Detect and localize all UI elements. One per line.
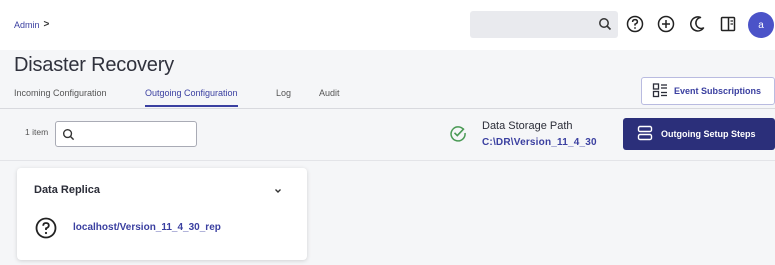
content-divider bbox=[0, 160, 775, 161]
filter-search-input[interactable] bbox=[55, 121, 197, 147]
card-title: Data Replica bbox=[34, 184, 101, 196]
avatar[interactable]: a bbox=[748, 12, 774, 38]
breadcrumb: Admin > bbox=[14, 19, 49, 30]
tab-incoming-configuration[interactable]: Incoming Configuration bbox=[14, 87, 107, 107]
global-search-input[interactable] bbox=[470, 11, 618, 38]
help-icon[interactable] bbox=[624, 13, 646, 35]
help-circle-icon bbox=[34, 216, 58, 245]
search-icon bbox=[62, 128, 75, 146]
tab-divider bbox=[0, 108, 775, 109]
chevron-down-icon[interactable] bbox=[272, 184, 284, 202]
search-icon[interactable] bbox=[598, 17, 612, 36]
outgoing-setup-steps-label: Outgoing Setup Steps bbox=[661, 129, 756, 139]
panel-icon[interactable] bbox=[717, 13, 739, 35]
outgoing-setup-steps-button[interactable]: Outgoing Setup Steps bbox=[623, 118, 775, 150]
tab-outgoing-configuration[interactable]: Outgoing Configuration bbox=[145, 87, 238, 107]
page-title: Disaster Recovery bbox=[14, 54, 174, 76]
add-icon[interactable] bbox=[655, 13, 677, 35]
item-count: 1 item bbox=[25, 127, 49, 137]
event-subscriptions-button[interactable]: Event Subscriptions bbox=[641, 77, 775, 105]
data-storage-path-label: Data Storage Path bbox=[482, 120, 573, 132]
check-circle-icon bbox=[449, 124, 467, 147]
list-icon bbox=[652, 82, 668, 100]
breadcrumb-admin-link[interactable]: Admin bbox=[14, 20, 40, 30]
tab-log[interactable]: Log bbox=[276, 87, 291, 107]
moon-icon[interactable] bbox=[686, 13, 708, 35]
data-replica-card: Data Replica localhost/Version_11_4_30_r… bbox=[17, 168, 307, 260]
data-storage-path-link[interactable]: C:\DR\Version_11_4_30 bbox=[482, 137, 597, 148]
breadcrumb-separator: > bbox=[43, 19, 50, 30]
tab-audit[interactable]: Audit bbox=[319, 87, 340, 107]
event-subscriptions-label: Event Subscriptions bbox=[674, 86, 762, 96]
top-bar: Admin > a bbox=[0, 0, 775, 50]
replica-link[interactable]: localhost/Version_11_4_30_rep bbox=[73, 222, 221, 233]
steps-icon bbox=[637, 125, 655, 143]
